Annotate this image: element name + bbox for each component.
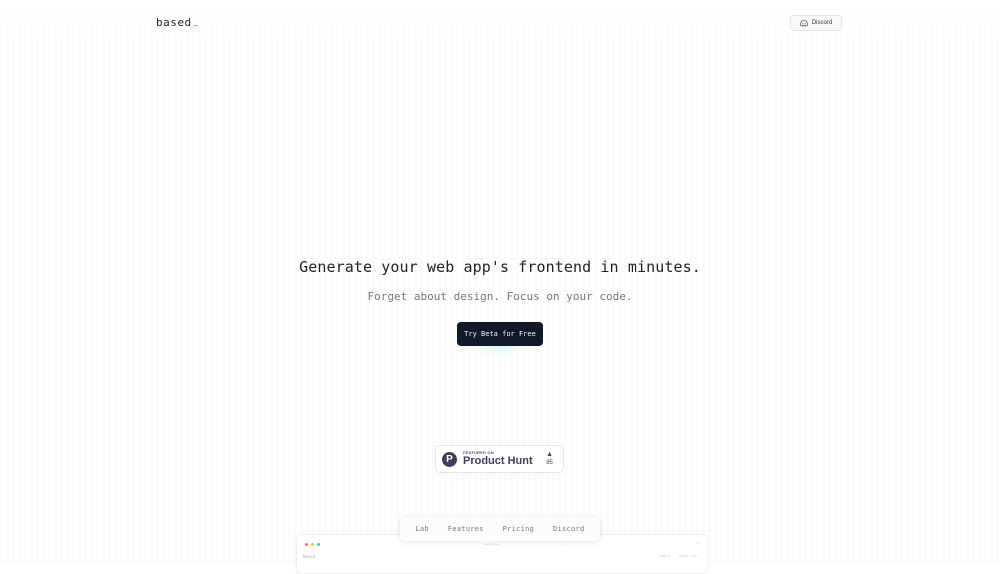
product-hunt-badge[interactable]: P FEATURED ON Product Hunt ▲ 95 <box>435 445 564 473</box>
preview-url: based.dev <box>483 542 500 546</box>
vote-count: 95 <box>546 460 553 466</box>
hero-section: Generate your web app's frontend in minu… <box>0 258 1000 303</box>
preview-actions: Import Share link <box>660 554 697 558</box>
nav-features[interactable]: Features <box>448 525 484 533</box>
product-hunt-logo-icon: P <box>442 451 457 467</box>
nav-lab[interactable]: Lab <box>415 525 429 533</box>
maximize-dot-icon <box>317 543 320 546</box>
cta-container: Try Beta for Free <box>457 322 543 354</box>
discord-button-label: Discord <box>811 20 833 26</box>
traffic-lights <box>305 543 320 546</box>
preview-import-button: Import <box>660 554 671 558</box>
preview-brand: Based <box>303 554 316 559</box>
triangle-up-icon: ▲ <box>546 451 553 458</box>
product-hunt-text: FEATURED ON Product Hunt <box>463 451 533 467</box>
discord-icon <box>799 19 808 27</box>
minimize-dot-icon <box>311 543 314 546</box>
hero-subtitle: Forget about design. Focus on your code. <box>367 290 633 303</box>
logo[interactable]: based <box>156 16 198 29</box>
nav-pricing[interactable]: Pricing <box>503 525 535 533</box>
floating-nav: Lab Features Pricing Discord <box>399 516 601 542</box>
logo-cursor <box>192 25 198 26</box>
try-beta-button[interactable]: Try Beta for Free <box>457 322 543 346</box>
new-tab-icon: + <box>695 541 699 547</box>
close-dot-icon <box>305 543 308 546</box>
logo-text: based <box>156 16 192 29</box>
hero-title: Generate your web app's frontend in minu… <box>299 258 701 276</box>
nav-discord[interactable]: Discord <box>553 525 585 533</box>
product-hunt-votes: ▲ 95 <box>546 451 553 466</box>
discord-button[interactable]: Discord <box>790 15 842 31</box>
product-hunt-name: Product Hunt <box>463 455 533 467</box>
preview-share-button: Share link <box>678 554 697 558</box>
